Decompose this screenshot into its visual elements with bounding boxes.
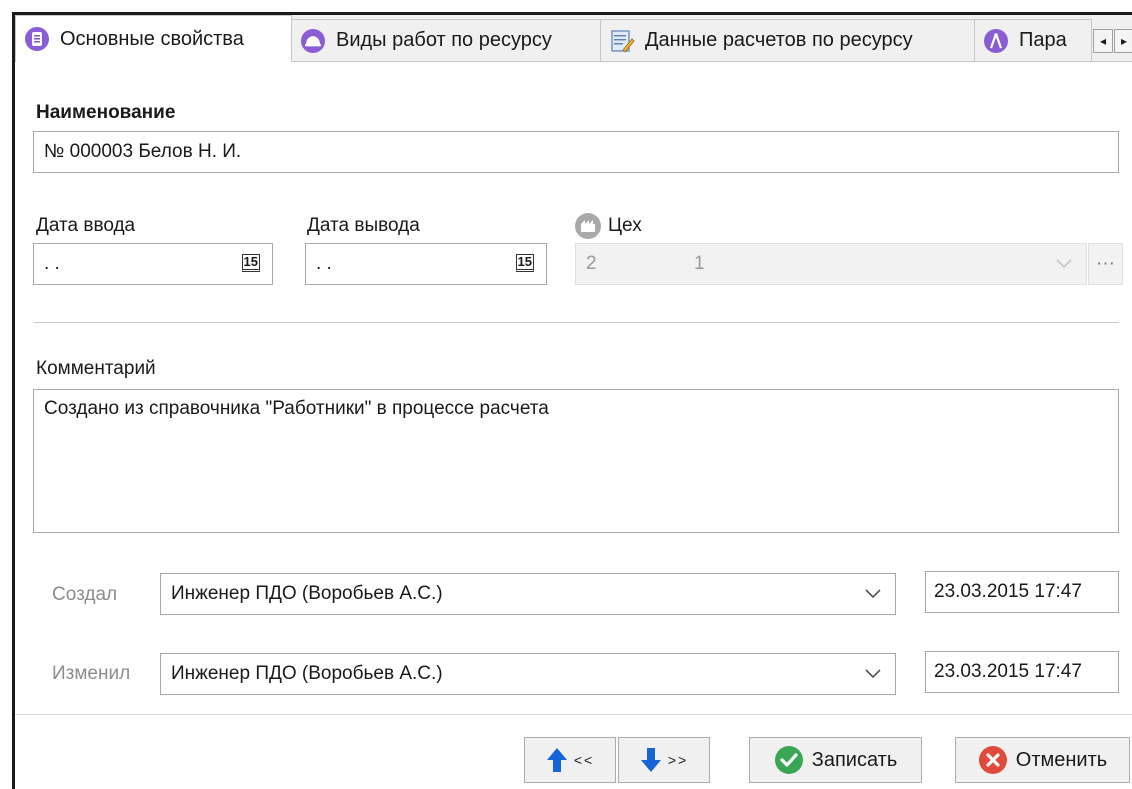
arrow-up-icon xyxy=(546,748,567,772)
modified-at-field[interactable]: 23.03.2015 17:47 xyxy=(925,651,1119,693)
workshop-icon xyxy=(575,213,601,239)
previous-label: << xyxy=(573,752,595,768)
workshop-ellipsis-button[interactable]: ··· xyxy=(1088,243,1123,285)
created-label: Создал xyxy=(52,584,118,605)
chevron-down-icon xyxy=(865,669,881,679)
date-in-value: . . xyxy=(44,253,60,274)
checkmark-icon xyxy=(774,746,803,774)
name-input[interactable]: № 000003 Белов Н. И. xyxy=(33,131,1119,173)
next-record-button[interactable]: >> xyxy=(618,737,710,783)
calendar-icon[interactable]: 15 xyxy=(241,254,260,272)
notepad-pencil-icon xyxy=(611,29,635,53)
created-by-value: Инженер ПДО (Воробьев А.С.) xyxy=(171,583,443,604)
hard-hat-icon xyxy=(301,28,325,53)
date-out-value: . . xyxy=(316,253,332,274)
created-at-value: 23.03.2015 17:47 xyxy=(934,581,1082,602)
modified-label: Изменил xyxy=(52,663,131,684)
calendar-icon[interactable]: 15 xyxy=(515,254,534,272)
tab-parameters[interactable]: Пара xyxy=(974,19,1092,61)
cancel-button[interactable]: Отменить xyxy=(955,737,1130,783)
tab-label: Основные свойства xyxy=(60,27,244,50)
date-out-input[interactable]: . . 15 xyxy=(305,243,547,285)
created-at-field[interactable]: 23.03.2015 17:47 xyxy=(925,571,1119,613)
date-in-label: Дата ввода xyxy=(36,215,136,236)
tab-scroll-right-button[interactable]: ▸ xyxy=(1114,29,1132,53)
name-value: № 000003 Белов Н. И. xyxy=(44,141,242,162)
cancel-x-icon xyxy=(978,746,1007,774)
workshop-value: 1 xyxy=(694,253,705,274)
save-label: Записать xyxy=(811,748,898,771)
tab-scroll-left-button[interactable]: ◂ xyxy=(1093,29,1113,53)
tab-calc-data[interactable]: Данные расчетов по ресурсу xyxy=(600,19,975,61)
previous-record-button[interactable]: << xyxy=(524,737,616,783)
date-out-label: Дата вывода xyxy=(307,215,420,236)
footer-divider xyxy=(15,714,1132,715)
chevron-down-icon xyxy=(1056,259,1072,269)
chevron-down-icon xyxy=(865,589,881,599)
modified-by-select[interactable]: Инженер ПДО (Воробьев А.С.) xyxy=(160,653,896,695)
next-label: >> xyxy=(667,752,689,768)
workshop-select[interactable]: 2 1 xyxy=(575,243,1087,285)
modified-by-value: Инженер ПДО (Воробьев А.С.) xyxy=(171,663,443,684)
section-divider xyxy=(34,322,1119,323)
modified-at-value: 23.03.2015 17:47 xyxy=(934,661,1082,682)
comment-textarea[interactable]: Создано из справочника "Работники" в про… xyxy=(33,389,1119,533)
save-button[interactable]: Записать xyxy=(749,737,922,783)
tab-main-properties[interactable]: Основные свойства xyxy=(15,15,292,62)
date-in-input[interactable]: . . 15 xyxy=(33,243,273,285)
comment-label: Комментарий xyxy=(36,358,156,379)
cancel-label: Отменить xyxy=(1015,748,1108,771)
tab-work-types[interactable]: Виды работ по ресурсу xyxy=(291,19,601,61)
workshop-code: 2 xyxy=(586,253,597,274)
tab-label: Данные расчетов по ресурсу xyxy=(645,29,913,51)
created-by-select[interactable]: Инженер ПДО (Воробьев А.С.) xyxy=(160,573,896,615)
comment-value: Создано из справочника "Работники" в про… xyxy=(44,398,549,419)
arrow-down-icon xyxy=(640,748,661,772)
tab-label: Виды работ по ресурсу xyxy=(336,29,552,51)
workshop-label: Цех xyxy=(608,215,642,236)
name-label: Наименование xyxy=(36,102,176,123)
tab-label: Пара xyxy=(1019,29,1067,51)
tab-bar: Основные свойства Виды работ по ресурсу … xyxy=(15,15,1132,62)
document-list-icon xyxy=(25,27,49,51)
compass-icon xyxy=(984,28,1008,53)
